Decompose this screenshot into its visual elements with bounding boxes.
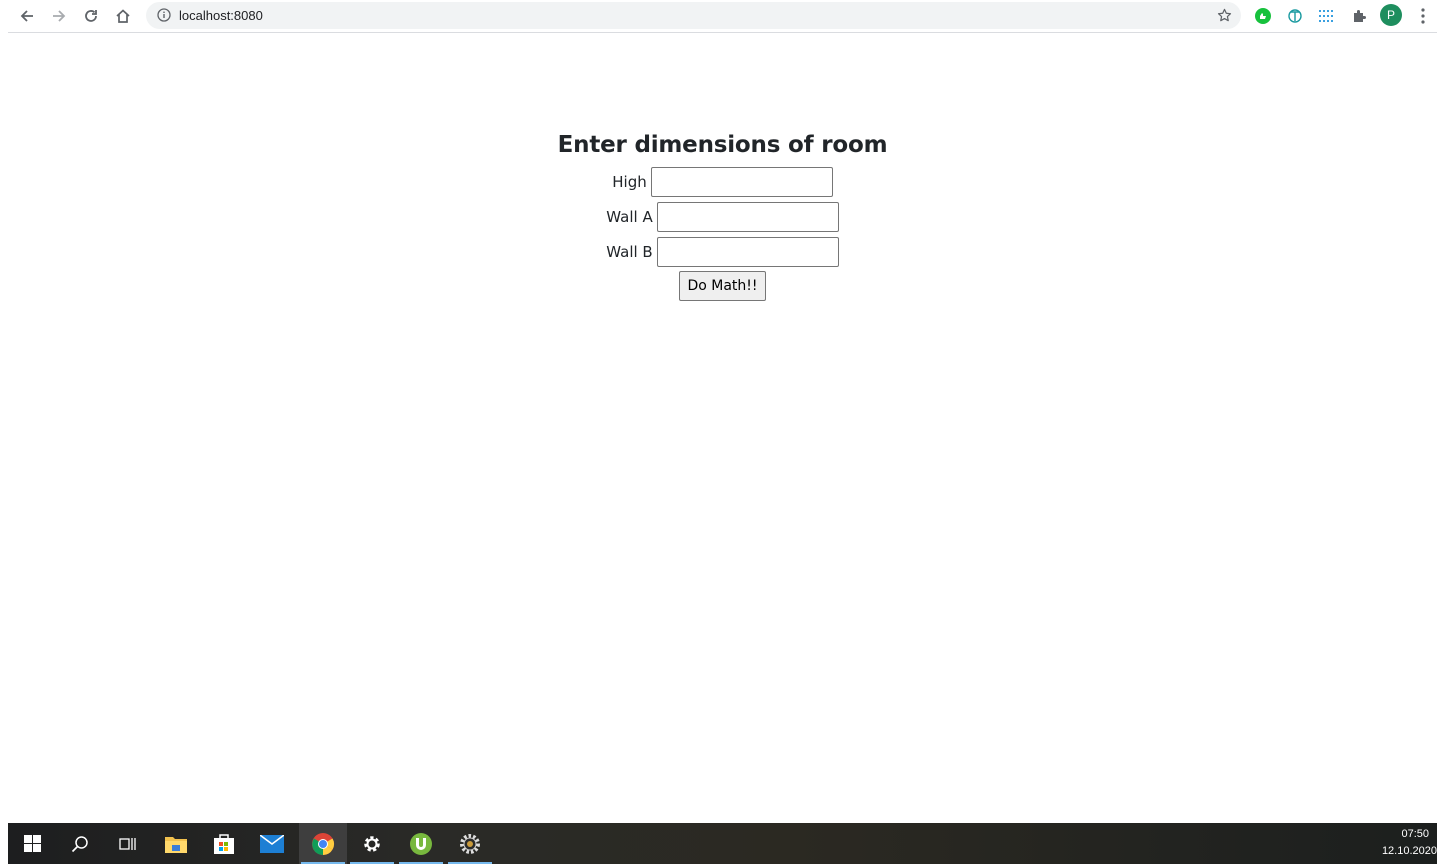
gear-app-icon[interactable] bbox=[446, 823, 494, 864]
high-input[interactable] bbox=[650, 166, 833, 197]
extension-translate-icon[interactable] bbox=[1284, 5, 1306, 27]
menu-dots-icon[interactable] bbox=[1412, 5, 1434, 27]
room-form: Enter dimensions of room High Wall A Wal… bbox=[8, 130, 1437, 301]
address-bar[interactable]: localhost:8080 bbox=[146, 2, 1241, 29]
task-view-icon[interactable] bbox=[104, 823, 152, 864]
taskbar: 07:50 12.10.2020 bbox=[8, 823, 1437, 864]
puzzle-icon[interactable] bbox=[1348, 5, 1370, 27]
field-row-wall-a: Wall A bbox=[8, 199, 1437, 234]
screen: localhost:8080 P Enter dimensions of roo… bbox=[0, 0, 1437, 864]
url-text[interactable]: localhost:8080 bbox=[179, 8, 263, 23]
back-arrow-icon[interactable] bbox=[15, 4, 39, 28]
wall-a-input[interactable] bbox=[656, 201, 839, 232]
extension-green-icon[interactable] bbox=[1252, 5, 1274, 27]
forward-arrow-icon[interactable] bbox=[47, 4, 71, 28]
field-row-wall-b: Wall B bbox=[8, 234, 1437, 269]
reload-icon[interactable] bbox=[79, 4, 103, 28]
search-icon[interactable] bbox=[56, 823, 104, 864]
page-content: Enter dimensions of room High Wall A Wal… bbox=[8, 34, 1437, 823]
window-edge bbox=[0, 0, 8, 864]
avatar[interactable]: P bbox=[1380, 4, 1402, 26]
page-title: Enter dimensions of room bbox=[557, 132, 888, 158]
windows-start-icon[interactable] bbox=[8, 823, 56, 864]
extension-grid-icon[interactable] bbox=[1316, 5, 1338, 27]
mail-icon[interactable] bbox=[248, 823, 296, 864]
utorrent-icon[interactable] bbox=[397, 823, 445, 864]
high-label: High bbox=[612, 172, 647, 191]
wall-b-input[interactable] bbox=[656, 236, 839, 267]
wall-a-label: Wall A bbox=[606, 207, 653, 226]
wall-b-label: Wall B bbox=[606, 242, 653, 261]
home-icon[interactable] bbox=[111, 4, 135, 28]
field-row-high: High bbox=[8, 164, 1437, 199]
star-icon[interactable] bbox=[1216, 7, 1233, 24]
do-math-button[interactable]: Do Math!! bbox=[679, 271, 766, 301]
file-explorer-icon[interactable] bbox=[152, 823, 200, 864]
store-icon[interactable] bbox=[200, 823, 248, 864]
submit-row: Do Math!! bbox=[8, 271, 1437, 301]
settings-icon[interactable] bbox=[348, 823, 396, 864]
info-icon[interactable] bbox=[156, 7, 172, 23]
clock-time: 07:50 bbox=[1401, 828, 1429, 840]
browser-toolbar: localhost:8080 P bbox=[8, 0, 1437, 33]
chrome-icon[interactable] bbox=[299, 823, 347, 864]
clock-date: 12.10.2020 bbox=[1381, 845, 1437, 857]
system-clock[interactable]: 07:50 12.10.2020 bbox=[1377, 826, 1437, 860]
